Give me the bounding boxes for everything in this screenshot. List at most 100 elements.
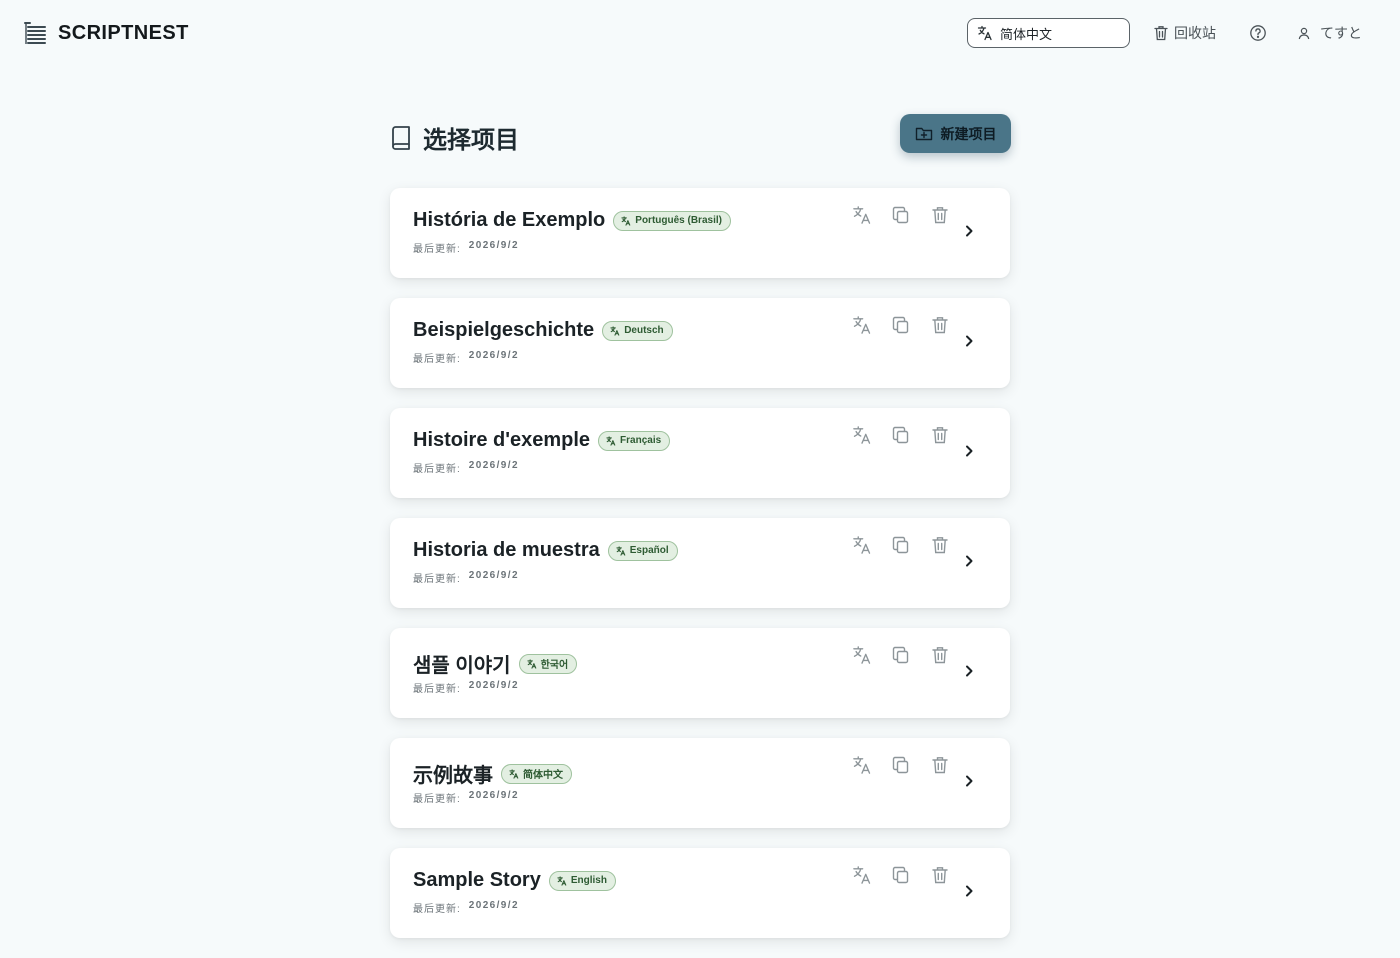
new-project-label: 新建项目 xyxy=(940,125,997,142)
project-language-badge: 简体中文 xyxy=(501,763,572,784)
translate-project-button[interactable] xyxy=(852,645,872,665)
user-menu[interactable]: てすと xyxy=(1298,22,1362,44)
project-title-row: Histoire d'exemple Français xyxy=(413,429,671,452)
user-name: てすと xyxy=(1320,25,1362,41)
project-language-badge: Deutsch xyxy=(602,320,673,341)
delete-project-button[interactable] xyxy=(930,755,950,775)
updated-date: 2026/9/2 xyxy=(468,570,519,581)
translate-project-button[interactable] xyxy=(852,205,872,225)
new-project-button[interactable]: 新建项目 xyxy=(900,114,1011,153)
brand-name: SCRIPTNEST xyxy=(58,21,189,44)
project-title-row: Sample Story English xyxy=(413,869,616,892)
chevron-right-icon xyxy=(962,774,976,788)
project-language-badge: Português (Brasil) xyxy=(613,210,731,231)
translate-icon xyxy=(526,658,537,669)
project-updated: 最后更新: 2026/9/2 xyxy=(413,680,519,695)
updated-label: 最后更新: xyxy=(413,244,461,255)
project-language: 한국어 xyxy=(540,660,569,671)
delete-project-button[interactable] xyxy=(930,425,950,445)
translate-icon xyxy=(621,215,631,226)
chevron-right-icon xyxy=(962,444,976,458)
copy-project-button[interactable] xyxy=(891,645,911,665)
project-actions xyxy=(852,645,950,665)
copy-project-button[interactable] xyxy=(891,865,911,885)
project-language-badge: English xyxy=(548,870,616,891)
project-list: História de Exemplo Português (Brasil) 最… xyxy=(390,188,1010,958)
project-updated: 最后更新: 2026/9/2 xyxy=(413,900,519,915)
chevron-right-icon xyxy=(962,664,976,678)
trash-label: 回收站 xyxy=(1174,25,1216,41)
updated-label: 最后更新: xyxy=(413,684,461,695)
project-card[interactable]: 샘플 이야기 한국어 最后更新: 2026/9/2 xyxy=(390,628,1010,718)
translate-icon xyxy=(509,768,519,779)
project-actions xyxy=(852,535,950,555)
project-language: Español xyxy=(629,545,669,556)
chevron-right-icon xyxy=(962,884,976,898)
copy-project-button[interactable] xyxy=(891,425,911,445)
help-button[interactable] xyxy=(1249,24,1267,42)
project-title-row: 샘플 이야기 한국어 xyxy=(413,649,578,678)
project-title: 샘플 이야기 xyxy=(413,655,511,677)
updated-label: 最后更新: xyxy=(413,574,461,585)
project-title: Beispielgeschichte xyxy=(413,319,595,341)
copy-project-button[interactable] xyxy=(891,755,911,775)
brand[interactable]: SCRIPTNEST xyxy=(24,19,189,47)
top-bar: SCRIPTNEST 简体中文 回收站 てすと xyxy=(0,0,1400,66)
page-title-group: 选择项目 xyxy=(390,120,519,155)
copy-project-button[interactable] xyxy=(891,535,911,555)
updated-date: 2026/9/2 xyxy=(468,350,519,361)
delete-project-button[interactable] xyxy=(930,535,950,555)
project-language-badge: Español xyxy=(607,540,678,561)
delete-project-button[interactable] xyxy=(930,645,950,665)
project-language-badge: Français xyxy=(598,430,671,451)
project-updated: 最后更新: 2026/9/2 xyxy=(413,460,519,475)
updated-date: 2026/9/2 xyxy=(468,790,519,801)
delete-project-button[interactable] xyxy=(930,205,950,225)
language-select-value: 简体中文 xyxy=(1000,26,1053,42)
trash-link[interactable]: 回收站 xyxy=(1154,22,1216,44)
trash-icon xyxy=(1154,25,1168,41)
project-card[interactable]: 示例故事 简体中文 最后更新: 2026/9/2 xyxy=(390,738,1010,828)
delete-project-button[interactable] xyxy=(930,865,950,885)
project-card[interactable]: Sample Story English 最后更新: 2026/9/2 xyxy=(390,848,1010,938)
updated-label: 最后更新: xyxy=(413,464,461,475)
translate-project-button[interactable] xyxy=(852,425,872,445)
delete-project-button[interactable] xyxy=(930,315,950,335)
project-title-row: Historia de muestra Español xyxy=(413,539,678,562)
chevron-right-icon xyxy=(962,224,976,238)
copy-project-button[interactable] xyxy=(891,315,911,335)
copy-project-button[interactable] xyxy=(891,205,911,225)
translate-icon xyxy=(606,435,616,446)
project-actions xyxy=(852,205,950,225)
project-card[interactable]: Historia de muestra Español 最后更新: 2026/9… xyxy=(390,518,1010,608)
translate-project-button[interactable] xyxy=(852,535,872,555)
project-card[interactable]: Beispielgeschichte Deutsch 最后更新: 2026/9/… xyxy=(390,298,1010,388)
updated-date: 2026/9/2 xyxy=(468,680,519,691)
language-select[interactable]: 简体中文 xyxy=(967,18,1130,48)
page-title: 选择项目 xyxy=(423,127,519,154)
project-title: Histoire d'exemple xyxy=(413,429,591,451)
project-language: Deutsch xyxy=(624,325,664,336)
updated-date: 2026/9/2 xyxy=(468,460,519,471)
project-title: História de Exemplo xyxy=(413,209,606,231)
updated-date: 2026/9/2 xyxy=(468,240,519,251)
updated-date: 2026/9/2 xyxy=(468,900,519,911)
translate-icon xyxy=(610,325,620,336)
project-card[interactable]: Histoire d'exemple Français 最后更新: 2026/9… xyxy=(390,408,1010,498)
project-actions xyxy=(852,425,950,445)
translate-project-button[interactable] xyxy=(852,755,872,775)
project-language: Français xyxy=(620,435,662,446)
book-icon xyxy=(390,125,411,150)
user-icon xyxy=(1298,27,1310,40)
help-circle-icon xyxy=(1249,24,1267,42)
project-title-row: Beispielgeschichte Deutsch xyxy=(413,319,673,342)
project-language: English xyxy=(570,875,607,886)
translate-icon xyxy=(616,545,626,556)
project-title: Historia de muestra xyxy=(413,539,600,561)
project-card[interactable]: História de Exemplo Português (Brasil) 最… xyxy=(390,188,1010,278)
translate-project-button[interactable] xyxy=(852,865,872,885)
project-title: 示例故事 xyxy=(413,765,493,787)
project-actions xyxy=(852,865,950,885)
updated-label: 最后更新: xyxy=(413,904,461,915)
translate-project-button[interactable] xyxy=(852,315,872,335)
